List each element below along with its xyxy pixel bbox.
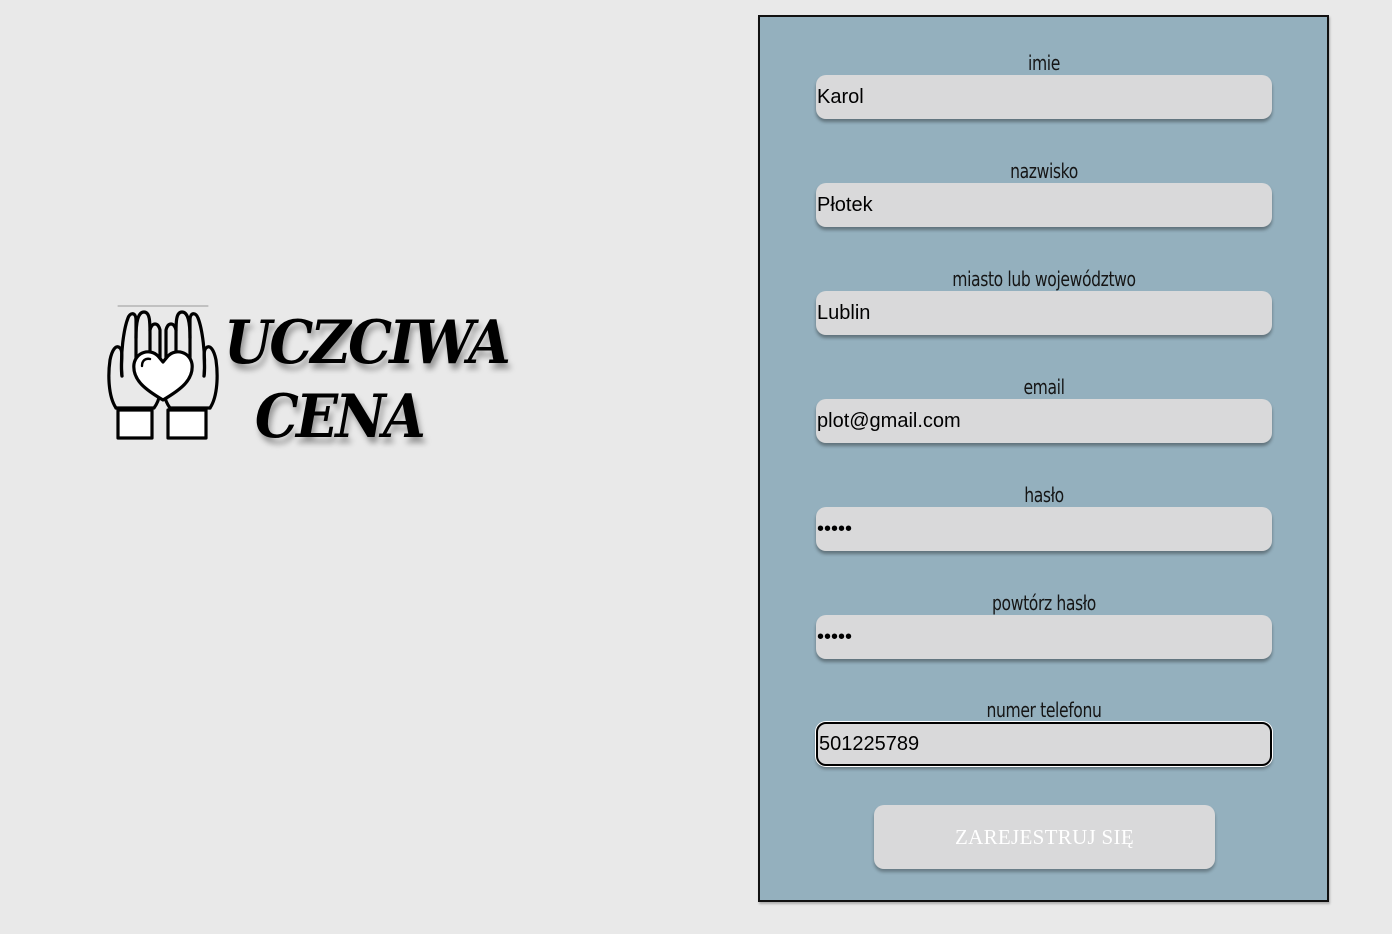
first-name-label: imie [1028,51,1060,75]
phone-input[interactable] [816,722,1272,766]
password-input[interactable] [816,507,1272,551]
last-name-group: nazwisko [816,159,1272,227]
city-input[interactable] [816,291,1272,335]
phone-group: numer telefonu [816,698,1272,766]
first-name-group: imie [816,51,1272,119]
password-label: hasło [1024,483,1064,507]
first-name-input[interactable] [816,75,1272,119]
logo-title-line1: UCZCIWA [224,308,511,378]
city-group: miasto lub województwo [816,267,1272,335]
phone-label: numer telefonu [986,698,1102,722]
email-label: email [1023,375,1065,399]
repeat-password-label: powtórz hasło [992,591,1096,615]
logo: UCZCIWA CENA [106,300,511,460]
logo-title: UCZCIWA CENA [224,306,511,454]
email-field[interactable] [816,399,1272,443]
registration-page: UCZCIWA CENA imie nazwisko miasto lub wo… [0,0,1392,934]
register-button[interactable]: ZAREJESTRUJ SIĘ [874,805,1215,869]
password-group: hasło [816,483,1272,551]
logo-title-line2: CENA [254,382,426,452]
repeat-password-group: powtórz hasło [816,591,1272,659]
registration-form: imie nazwisko miasto lub województwo ema… [758,15,1329,902]
last-name-input[interactable] [816,183,1272,227]
repeat-password-input[interactable] [816,615,1272,659]
city-label: miasto lub województwo [952,267,1136,291]
hands-heart-icon [107,305,219,440]
email-group: email [816,375,1272,443]
last-name-label: nazwisko [1010,159,1078,183]
